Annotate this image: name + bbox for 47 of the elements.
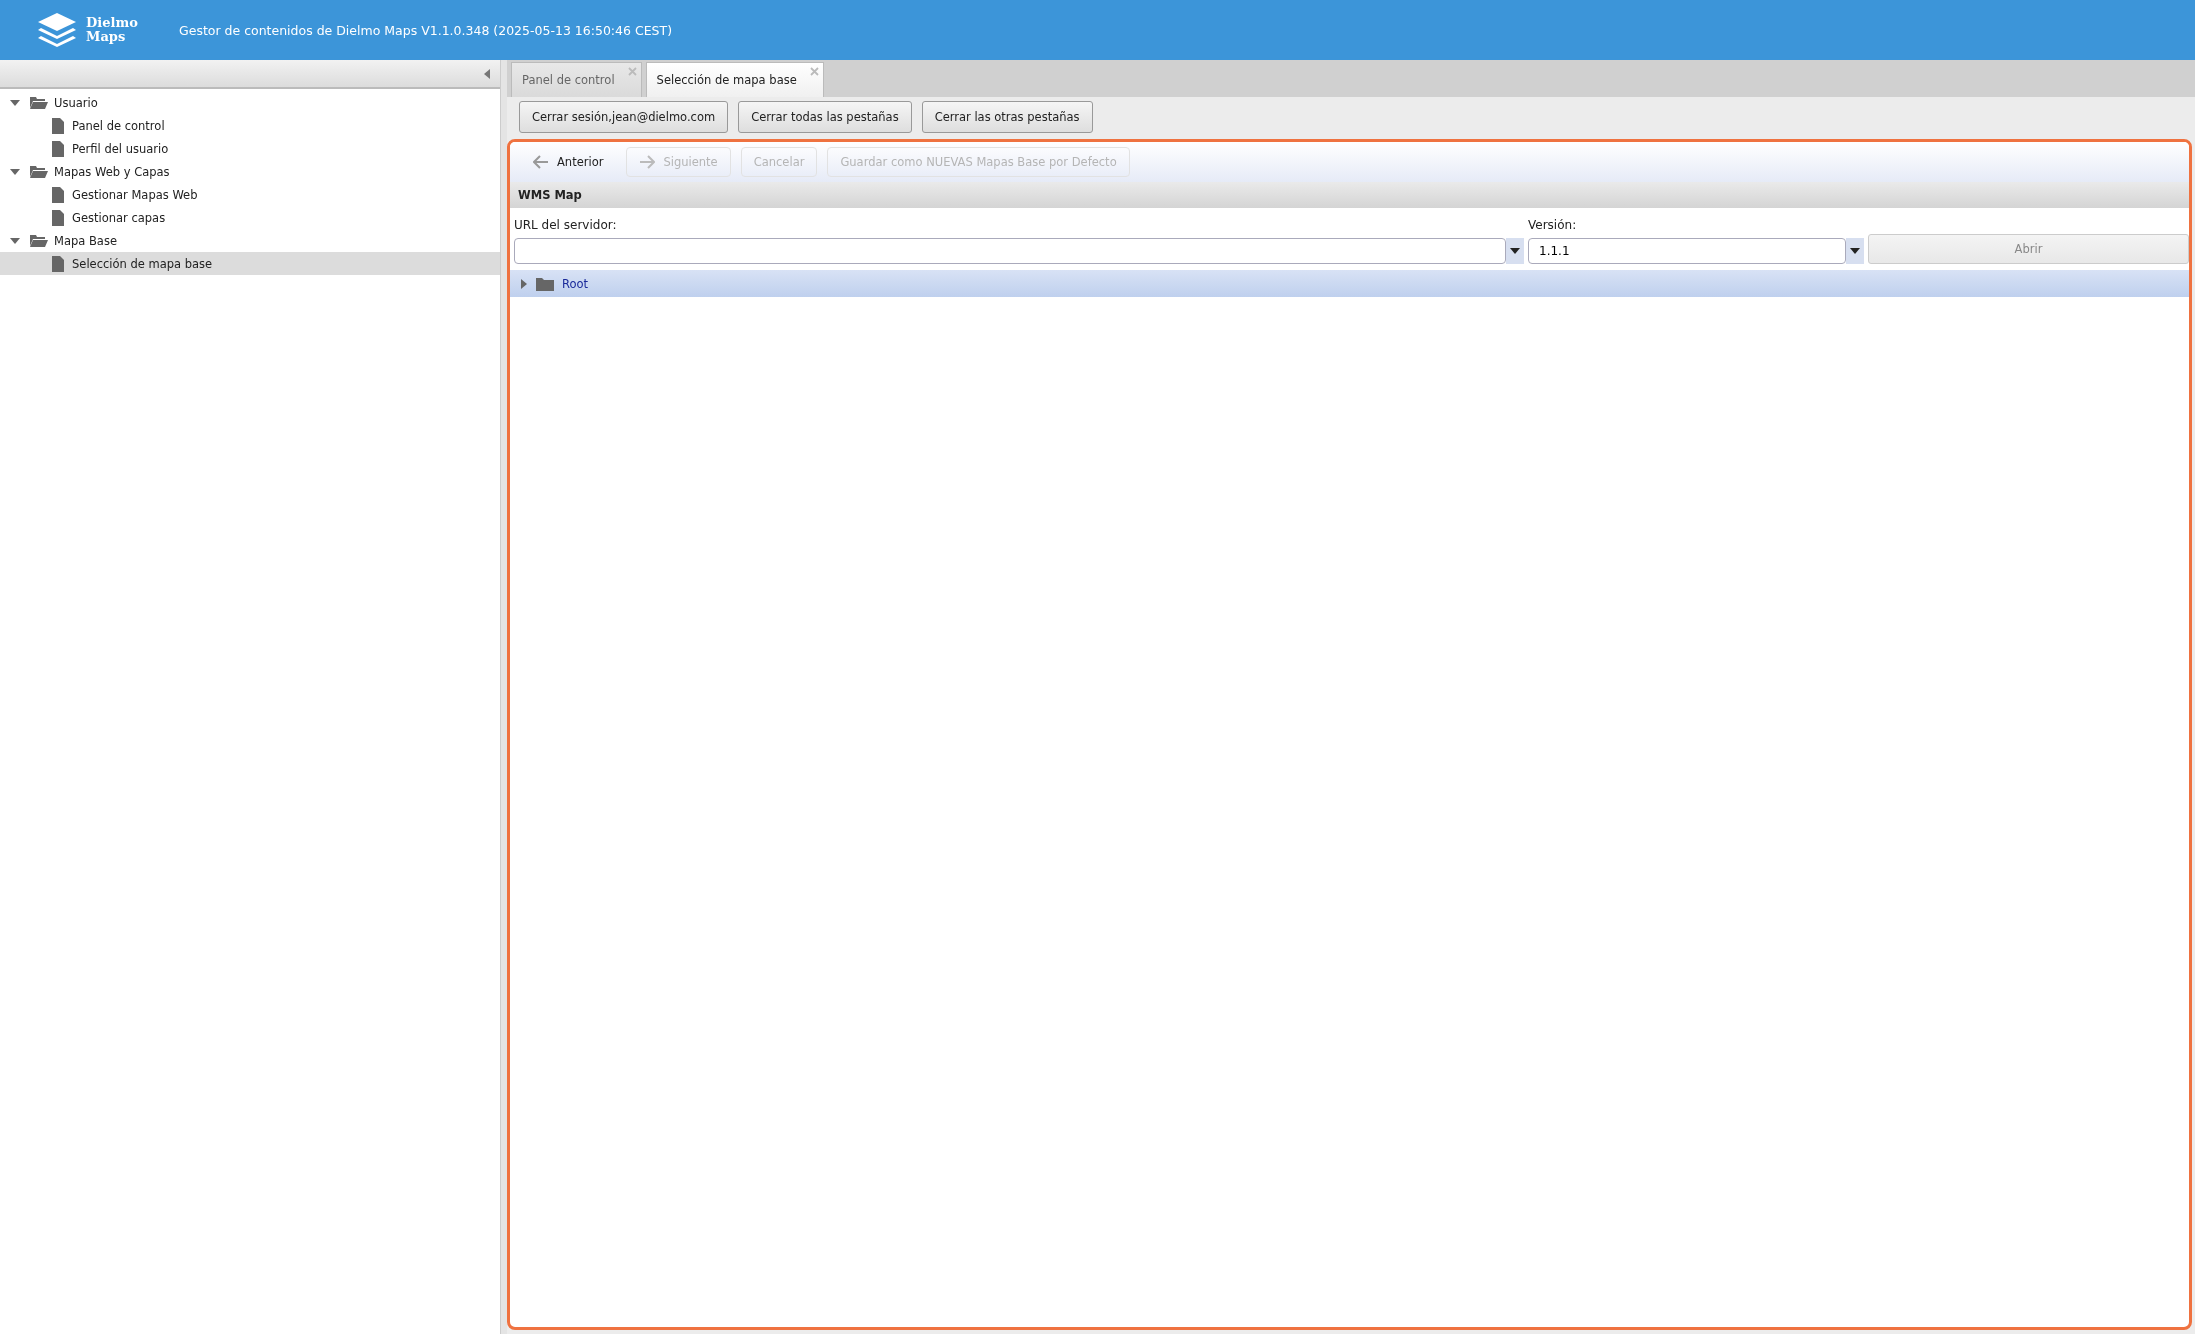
tree-item[interactable]: Mapas Web y Capas xyxy=(0,160,500,183)
folder-icon xyxy=(30,234,48,247)
layer-tree-row[interactable]: Root xyxy=(510,270,2189,297)
tab[interactable]: Selección de mapa base xyxy=(645,62,824,97)
caret-icon xyxy=(10,97,20,108)
left-arrow-icon xyxy=(533,155,549,169)
section-title: WMS Map xyxy=(518,188,582,202)
tree-item[interactable]: Panel de control xyxy=(0,114,500,137)
tree-item[interactable]: Usuario xyxy=(0,91,500,114)
logo-text: Dielmo xyxy=(86,16,138,30)
caret-icon xyxy=(10,235,20,246)
app-title: Gestor de contenidos de Dielmo Maps V1.1.0.348 (2025-05-13 16:50:46 CEST) xyxy=(179,22,672,38)
field-label: Versión: xyxy=(1528,218,1578,232)
close-icon[interactable] xyxy=(809,67,819,76)
dropdown-button[interactable] xyxy=(1506,238,1524,264)
caret-icon xyxy=(1510,248,1520,254)
tree-item[interactable]: Mapa Base xyxy=(0,229,500,252)
session-button[interactable]: Cerrar todas las pestañas xyxy=(738,101,912,133)
session-button[interactable]: Cerrar las otras pestañas xyxy=(921,101,1093,133)
document-icon xyxy=(52,140,64,157)
document-icon xyxy=(52,186,64,203)
version-input-field[interactable]: 1.1.1 xyxy=(1528,238,1846,264)
panel-splitter[interactable] xyxy=(500,60,507,1334)
caret-icon xyxy=(520,278,528,289)
tree-item[interactable]: Perfil del usuario xyxy=(0,137,500,160)
document-icon xyxy=(52,117,64,134)
folder-icon xyxy=(536,276,554,291)
stacked-layers-icon xyxy=(36,11,78,49)
caret-icon xyxy=(10,166,20,177)
document-icon xyxy=(52,255,64,272)
close-icon[interactable] xyxy=(627,67,637,76)
collapse-caret-icon[interactable] xyxy=(484,68,490,79)
document-icon xyxy=(52,209,64,226)
tree-item[interactable]: Selección de mapa base xyxy=(0,252,500,275)
folder-icon xyxy=(30,96,48,109)
tab[interactable]: Panel de control xyxy=(511,62,642,97)
dropdown-button[interactable] xyxy=(1846,238,1864,264)
url-input-field[interactable] xyxy=(514,238,1506,264)
tree-item[interactable]: Gestionar capas xyxy=(0,206,500,229)
session-button[interactable]: Cerrar sesión,jean@dielmo.com xyxy=(519,101,729,133)
folder-icon xyxy=(30,165,48,178)
right-arrow-icon xyxy=(639,155,656,169)
caret-icon xyxy=(1850,248,1860,254)
toolbar-button[interactable]: Anterior xyxy=(520,147,617,177)
field-label: URL del servidor: xyxy=(514,218,618,232)
logo-text: Maps xyxy=(86,30,127,44)
tree-item[interactable]: Gestionar Mapas Web xyxy=(0,183,500,206)
